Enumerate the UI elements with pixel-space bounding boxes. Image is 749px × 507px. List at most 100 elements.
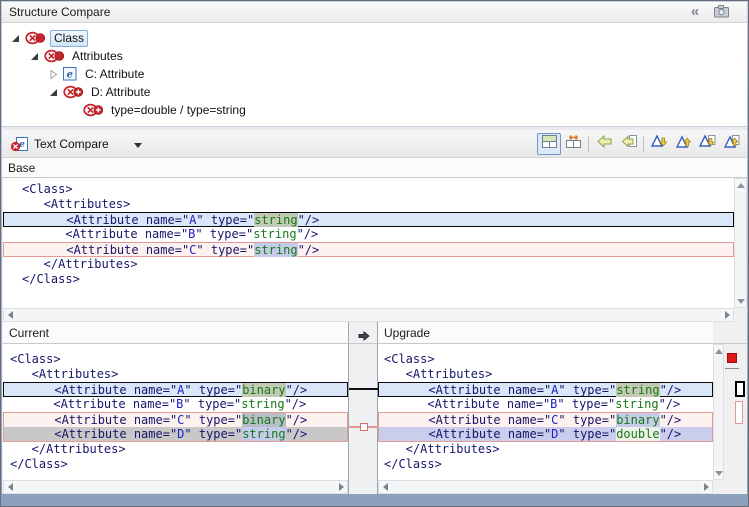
code-line[interactable]: <Attributes> xyxy=(378,367,713,382)
show-ancestor-pane-button[interactable] xyxy=(537,133,561,155)
copy-all-left-arrow-icon xyxy=(596,134,613,154)
code-segment: " type=" xyxy=(196,243,254,257)
code-segment: <Class> xyxy=(10,352,61,366)
tree-item-d-attribute[interactable]: D: Attribute xyxy=(2,83,747,101)
scroll-down-button[interactable] xyxy=(735,295,746,307)
tree-item-label[interactable]: type=double / type=string xyxy=(108,103,249,118)
code-line[interactable]: <Attribute name="D" type="double"/> xyxy=(378,427,713,442)
scrollbar-corner xyxy=(734,308,747,322)
code-line[interactable]: <Attribute name="D" type="string"/> xyxy=(3,427,348,442)
code-segment: "/> xyxy=(298,213,320,227)
code-line[interactable]: <Attribute name="C" type="binary"/> xyxy=(378,412,713,427)
scroll-right-button[interactable] xyxy=(721,309,733,321)
selected-change-marker[interactable] xyxy=(735,381,745,397)
overview-ruler xyxy=(724,344,747,480)
expander-expanded-icon[interactable] xyxy=(48,87,59,98)
tree-item-type-double-type-string[interactable]: type=double / type=string xyxy=(2,101,747,119)
current-horizontal-scrollbar[interactable] xyxy=(3,480,348,494)
code-segment: "/> xyxy=(286,383,308,397)
previous-difference-button[interactable] xyxy=(671,133,695,155)
code-segment: <Attributes> xyxy=(384,367,492,381)
tree-item-label[interactable]: Attributes xyxy=(69,49,126,64)
upgrade-vertical-scrollbar[interactable] xyxy=(713,344,724,480)
swap-left-right-button[interactable] xyxy=(561,133,585,155)
scroll-up-button[interactable] xyxy=(735,179,746,191)
copy-current-right-to-left-button[interactable] xyxy=(616,133,640,155)
tree-item-attributes[interactable]: Attributes xyxy=(2,47,747,65)
scroll-up-button[interactable] xyxy=(714,345,723,357)
code-segment: <Attribute name=" xyxy=(23,243,189,257)
tree-item-class[interactable]: Class xyxy=(2,29,747,47)
conflict-change-marker[interactable] xyxy=(735,401,743,424)
code-segment: string xyxy=(254,243,297,257)
code-line[interactable]: <Attribute name="A" type="string"/> xyxy=(378,382,713,397)
code-line[interactable]: </Class> xyxy=(378,457,713,472)
previous-change-button[interactable] xyxy=(719,133,743,155)
current-editor[interactable]: <Class> <Attributes> <Attribute name="A"… xyxy=(3,344,348,480)
chevron-down-icon[interactable] xyxy=(134,143,142,148)
screenshot-button[interactable] xyxy=(714,5,731,20)
base-vertical-scrollbar[interactable] xyxy=(734,178,747,308)
copy-all-right-to-left-button[interactable] xyxy=(592,133,616,155)
tree-item-c-attribute[interactable]: e C: Attribute xyxy=(2,65,747,83)
conflict-add-icon xyxy=(83,103,103,117)
next-change-button[interactable] xyxy=(695,133,719,155)
scroll-left-button[interactable] xyxy=(4,309,16,321)
ancestor-pane-icon xyxy=(541,134,558,154)
element-e-icon: e xyxy=(63,67,77,81)
collapse-chevrons-button[interactable]: « xyxy=(685,3,705,22)
tree-item-label[interactable]: Class xyxy=(50,30,88,47)
upgrade-editor[interactable]: <Class> <Attributes> <Attribute name="A"… xyxy=(378,344,713,480)
structure-compare-header: Structure Compare « xyxy=(2,2,747,23)
code-line[interactable]: </Attributes> xyxy=(3,257,734,272)
code-line[interactable]: <Attribute name="B" type="string"/> xyxy=(3,227,734,242)
code-segment: <Class> xyxy=(384,352,435,366)
code-line[interactable]: </Class> xyxy=(3,457,348,472)
code-line[interactable]: </Attributes> xyxy=(3,442,348,457)
code-segment: string xyxy=(615,397,658,411)
code-line[interactable]: <Class> xyxy=(378,352,713,367)
code-segment: " type=" xyxy=(184,383,242,397)
next-difference-button[interactable] xyxy=(647,133,671,155)
code-line[interactable]: <Attributes> xyxy=(3,367,348,382)
base-editor[interactable]: <Class> <Attributes> <Attribute name="A"… xyxy=(3,178,734,308)
code-segment: " type=" xyxy=(183,397,241,411)
scroll-left-button[interactable] xyxy=(379,481,391,493)
code-line[interactable]: <Class> xyxy=(3,182,734,197)
code-line[interactable]: <Attribute name="C" type="binary"/> xyxy=(3,412,348,427)
expander-expanded-icon[interactable] xyxy=(29,51,40,62)
base-label-text: Base xyxy=(8,161,35,175)
scroll-down-button[interactable] xyxy=(714,467,723,479)
tree-item-label[interactable]: C: Attribute xyxy=(82,67,147,82)
code-segment: <Attribute name=" xyxy=(10,397,176,411)
base-horizontal-scrollbar[interactable] xyxy=(3,308,734,322)
scroll-right-button[interactable] xyxy=(700,481,712,493)
arrow-left-icon xyxy=(383,483,388,491)
scroll-left-button[interactable] xyxy=(4,481,16,493)
code-line[interactable]: <Class> xyxy=(3,352,348,367)
tree-item-label[interactable]: D: Attribute xyxy=(88,85,153,100)
conflict-icon xyxy=(25,31,45,45)
code-line[interactable]: <Attribute name="B" type="string"/> xyxy=(378,397,713,412)
code-segment: "/> xyxy=(298,243,320,257)
expander-collapsed-icon[interactable] xyxy=(48,69,59,80)
conflict-connector-handle[interactable] xyxy=(360,423,368,431)
base-pane-label: Base xyxy=(2,158,747,178)
code-line[interactable]: <Attribute name="A" type="binary"/> xyxy=(3,382,348,397)
code-segment: string xyxy=(254,213,297,227)
upgrade-horizontal-scrollbar[interactable] xyxy=(378,480,713,494)
code-line[interactable]: <Attributes> xyxy=(3,197,734,212)
text-compare-toolbar xyxy=(537,133,743,155)
expander-expanded-icon[interactable] xyxy=(10,33,21,44)
code-line[interactable]: </Class> xyxy=(3,272,734,287)
code-segment: <Attribute name=" xyxy=(11,383,177,397)
structure-compare-title: Structure Compare xyxy=(2,5,110,19)
code-line[interactable]: <Attribute name="A" type="string"/> xyxy=(3,212,734,227)
text-compare-menu[interactable]: Text Compare xyxy=(34,130,109,158)
code-line[interactable]: <Attribute name="B" type="string"/> xyxy=(3,397,348,412)
code-line[interactable]: </Attributes> xyxy=(378,442,713,457)
scroll-right-button[interactable] xyxy=(335,481,347,493)
next-change-icon xyxy=(698,134,716,154)
structure-compare-tree[interactable]: Class Attributes e C: Attribute D: Attribute… xyxy=(2,23,747,127)
code-line[interactable]: <Attribute name="C" type="string"/> xyxy=(3,242,734,257)
